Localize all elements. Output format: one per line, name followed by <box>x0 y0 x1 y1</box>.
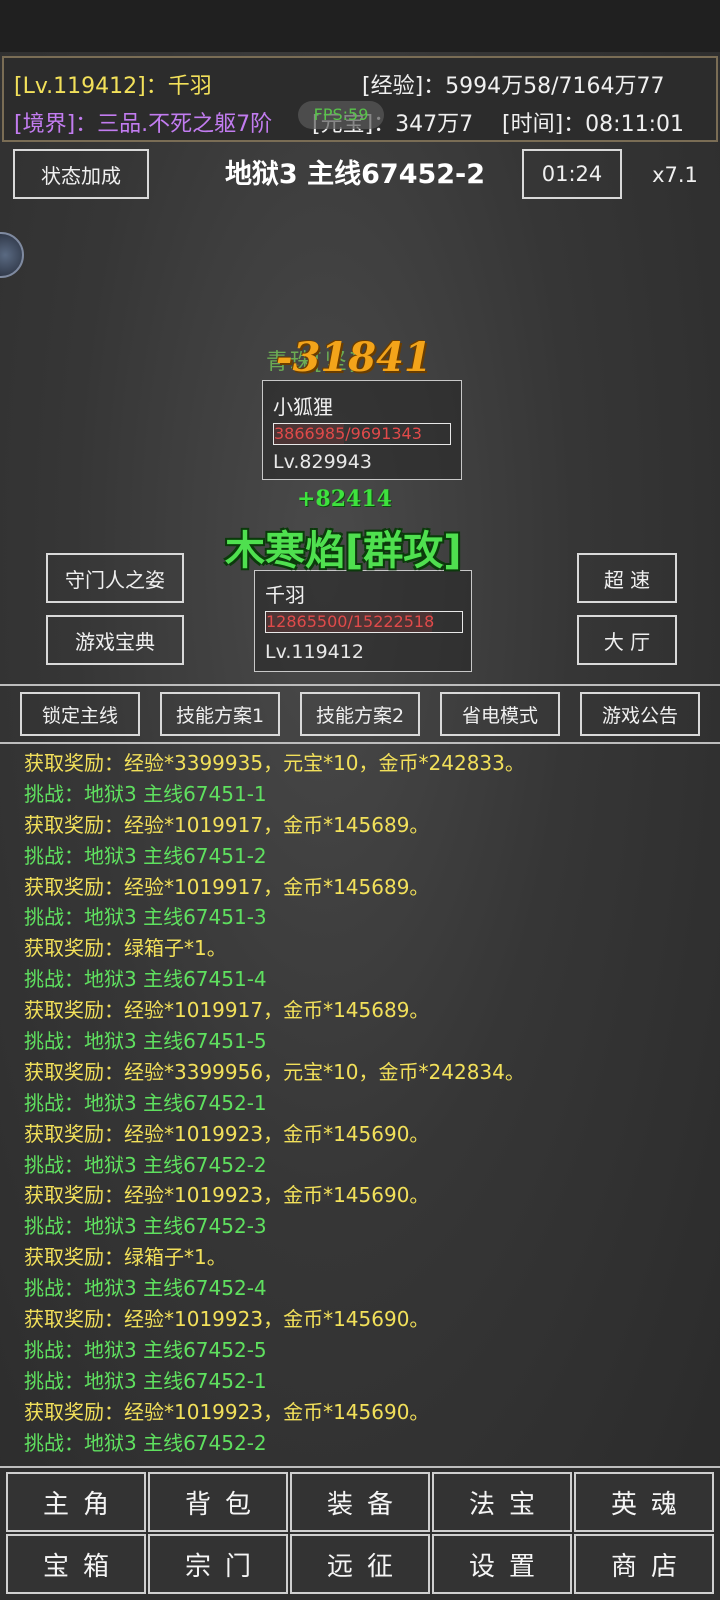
divider <box>0 742 720 744</box>
log-reward-line: 获取奖励：经验*3399956，元宝*10，金币*242834。 <box>24 1059 525 1084</box>
log-reward-line: 获取奖励：经验*1019917，金币*145689。 <box>24 874 430 899</box>
log-challenge-line: 挑战：地狱3 主线67451-2 <box>24 843 267 868</box>
character-info-panel: [Lv.119412]：千羽 [境界]：三品.不死之躯7阶 [经验]：5994万… <box>2 56 718 142</box>
power-saving-button[interactable]: 省电模式 <box>440 692 560 736</box>
battle-log[interactable]: 获取奖励：经验*3399935，元宝*10，金币*242833。 挑战：地狱3 主… <box>0 748 720 1460</box>
divider <box>0 684 720 686</box>
player-level: Lv.119412 <box>265 641 364 663</box>
log-reward-line: 获取奖励：经验*1019917，金币*145689。 <box>24 998 430 1023</box>
realm-label: [境界]：三品.不死之躯7阶 <box>14 112 273 137</box>
nav-expedition-button[interactable]: 远征 <box>290 1534 430 1594</box>
bottom-nav: 主角 背包 装备 法宝 英魂宝箱 宗门 远征 设置 商店 <box>0 1466 720 1600</box>
speed-multiplier[interactable]: x7.1 <box>640 152 710 198</box>
nav-hero-button[interactable]: 主角 <box>6 1472 146 1532</box>
log-challenge-line: 挑战：地狱3 主线67452-4 <box>24 1276 267 1301</box>
fps-badge: FPS:59 <box>298 101 384 129</box>
nav-sect-button[interactable]: 宗门 <box>148 1534 288 1594</box>
level-label: [Lv.119412]：千羽 <box>14 74 212 99</box>
player-card[interactable]: 千羽 12865500/15222518 Lv.119412 <box>254 570 472 672</box>
enemy-hp-bar: 3866985/9691343 <box>273 423 451 445</box>
enemy-card[interactable]: 小狐狸 3866985/9691343 Lv.829943 <box>262 380 462 480</box>
stage-title: 地狱3 主线67452-2 <box>224 159 486 190</box>
log-reward-line: 获取奖励：经验*1019923，金币*145690。 <box>24 1121 430 1146</box>
log-challenge-line: 挑战：地狱3 主线67451-1 <box>24 781 267 806</box>
status-bonus-button[interactable]: 状态加成 <box>13 149 149 199</box>
log-challenge-line: 挑战：地狱3 主线67451-5 <box>24 1029 267 1054</box>
nav-settings-button[interactable]: 设置 <box>432 1534 572 1594</box>
log-challenge-line: 挑战：地狱3 主线67451-3 <box>24 905 267 930</box>
exp-label: [经验]：5994万58/7164万77 <box>362 74 665 99</box>
log-challenge-line: 挑战：地狱3 主线67452-1 <box>24 1368 267 1393</box>
battle-timer: 01:24 <box>522 149 622 199</box>
log-reward-line: 获取奖励：经验*1019923，金币*145690。 <box>24 1183 430 1208</box>
enemy-hp-text: 3866985/9691343 <box>274 424 422 443</box>
nav-treasure-button[interactable]: 法宝 <box>432 1472 572 1532</box>
log-challenge-line: 挑战：地狱3 主线67452-5 <box>24 1337 267 1362</box>
player-name: 千羽 <box>265 583 305 607</box>
log-challenge-line: 挑战：地狱3 主线67452-2 <box>24 1430 267 1455</box>
log-challenge-line: 挑战：地狱3 主线67452-3 <box>24 1214 267 1239</box>
turbo-button[interactable]: 超 速 <box>577 553 677 603</box>
log-reward-line: 获取奖励：经验*1019923，金币*145690。 <box>24 1307 430 1332</box>
log-reward-line: 获取奖励：经验*3399935，元宝*10，金币*242833。 <box>24 751 525 775</box>
nav-chest-button[interactable]: 宝箱 <box>6 1534 146 1594</box>
player-hp-bar: 12865500/15222518 <box>265 611 463 633</box>
log-reward-line: 获取奖励：绿箱子*1。 <box>24 1245 227 1270</box>
side-orb-icon[interactable] <box>0 232 24 278</box>
log-reward-line: 获取奖励：经验*1019923，金币*145690。 <box>24 1399 430 1424</box>
log-challenge-line: 挑战：地狱3 主线67452-1 <box>24 1090 267 1115</box>
nav-soul-button[interactable]: 英魂 <box>574 1472 714 1532</box>
nav-equipment-button[interactable]: 装备 <box>290 1472 430 1532</box>
enemy-level: Lv.829943 <box>273 451 372 473</box>
damage-number: -31841 <box>276 334 432 381</box>
game-screen: [Lv.119412]：千羽 [境界]：三品.不死之躯7阶 [经验]：5994万… <box>0 0 720 1600</box>
announcement-button[interactable]: 游戏公告 <box>580 692 700 736</box>
skill-plan-2-button[interactable]: 技能方案2 <box>300 692 420 736</box>
heal-number: +82414 <box>297 486 392 512</box>
time-label: [时间]：08:11:01 <box>502 112 684 137</box>
lobby-button[interactable]: 大 厅 <box>577 615 677 665</box>
enemy-name: 小狐狸 <box>273 395 333 419</box>
lock-mainline-button[interactable]: 锁定主线 <box>20 692 140 736</box>
nav-shop-button[interactable]: 商店 <box>574 1534 714 1594</box>
player-hp-text: 12865500/15222518 <box>266 612 435 631</box>
log-reward-line: 获取奖励：经验*1019917，金币*145689。 <box>24 812 430 837</box>
skill-name-banner: 木寒焰[群攻] <box>225 528 462 574</box>
log-challenge-line: 挑战：地狱3 主线67452-2 <box>24 1152 267 1177</box>
log-reward-line: 获取奖励：绿箱子*1。 <box>24 936 227 961</box>
gatekeeper-button[interactable]: 守门人之姿 <box>46 553 184 603</box>
game-guide-button[interactable]: 游戏宝典 <box>46 615 184 665</box>
skill-plan-1-button[interactable]: 技能方案1 <box>160 692 280 736</box>
nav-backpack-button[interactable]: 背包 <box>148 1472 288 1532</box>
log-challenge-line: 挑战：地狱3 主线67451-4 <box>24 967 267 992</box>
status-bar-area <box>0 0 720 52</box>
